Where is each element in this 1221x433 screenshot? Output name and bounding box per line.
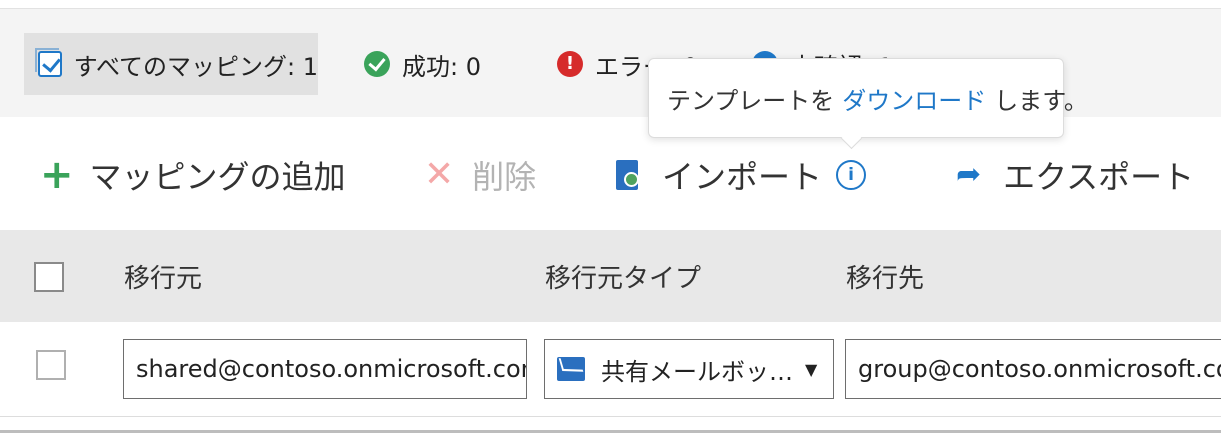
import-button[interactable]: インポート i <box>616 152 867 198</box>
select-all-checkbox[interactable] <box>34 262 64 292</box>
tooltip-suffix: します。 <box>994 86 1088 115</box>
filter-all-label: すべてのマッピング: 1 <box>73 52 318 81</box>
error-circle-icon: ! <box>557 51 583 77</box>
download-template-link[interactable]: ダウンロード <box>842 81 986 116</box>
tooltip-prefix: テンプレートを <box>667 86 835 115</box>
filter-success-label: 成功: 0 <box>402 52 481 81</box>
import-file-icon <box>616 160 639 190</box>
target-input[interactable]: group@contoso.onmicrosoft.com <box>845 339 1221 399</box>
close-icon: ✕ <box>424 154 455 195</box>
import-tooltip: テンプレートを ダウンロード します。 <box>648 58 1088 138</box>
delete-button[interactable]: ✕ 削除 <box>424 152 536 198</box>
delete-label: 削除 <box>472 158 537 196</box>
mapping-page: すべてのマッピング: 1 成功: 0 ! エラー: 0 未確認: 1 テンプレー… <box>0 0 1221 433</box>
table-row: shared@contoso.onmicrosoft.com 共有メールボッ… … <box>0 322 1221 417</box>
filter-success[interactable]: 成功: 0 <box>364 33 481 95</box>
add-mapping-label: マッピングの追加 <box>89 158 346 196</box>
plus-icon: + <box>40 152 74 198</box>
chevron-down-icon: ▼ <box>805 359 818 379</box>
checkbox-all-icon <box>35 48 62 77</box>
grid-header: 移行元 移行元タイプ 移行先 <box>0 230 1221 322</box>
row-checkbox[interactable] <box>36 350 66 380</box>
column-source[interactable]: 移行元 <box>124 258 202 295</box>
import-label: インポート <box>662 158 823 196</box>
export-button[interactable]: ➦ エクスポート <box>956 152 1194 198</box>
share-arrow-icon: ➦ <box>956 157 982 192</box>
add-mapping-button[interactable]: + マッピングの追加 <box>40 152 346 198</box>
column-target[interactable]: 移行先 <box>846 258 924 295</box>
shared-mailbox-icon <box>557 357 585 381</box>
column-source-type[interactable]: 移行元タイプ <box>545 258 701 295</box>
check-circle-icon <box>364 51 390 77</box>
source-type-select[interactable]: 共有メールボッ… ▼ <box>544 339 834 399</box>
source-type-value: 共有メールボッ… <box>601 357 793 386</box>
source-input[interactable]: shared@contoso.onmicrosoft.com <box>123 339 527 399</box>
export-label: エクスポート <box>1003 158 1195 196</box>
filter-all[interactable]: すべてのマッピング: 1 <box>24 33 318 95</box>
info-icon[interactable]: i <box>836 160 867 190</box>
top-strip <box>0 0 1221 8</box>
